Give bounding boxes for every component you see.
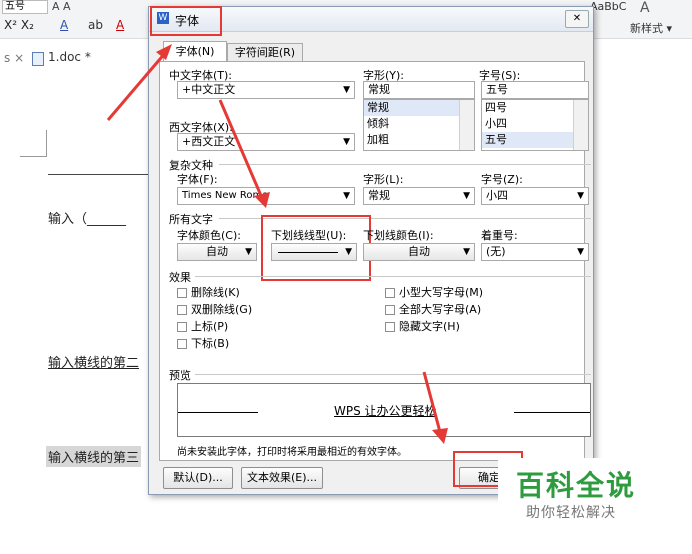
arrow-to-underline — [218, 99, 264, 199]
watermark-subtitle: 助你轻松解决 — [526, 505, 616, 521]
watermark: 百科全说 助你轻松解决 — [498, 458, 692, 554]
arrowhead — [254, 192, 270, 208]
arrowhead — [156, 44, 172, 60]
arrowhead — [432, 428, 448, 444]
arrow-to-title — [106, 51, 168, 121]
watermark-title: 百科全说 — [516, 469, 637, 502]
arrow-to-ok — [422, 371, 442, 433]
